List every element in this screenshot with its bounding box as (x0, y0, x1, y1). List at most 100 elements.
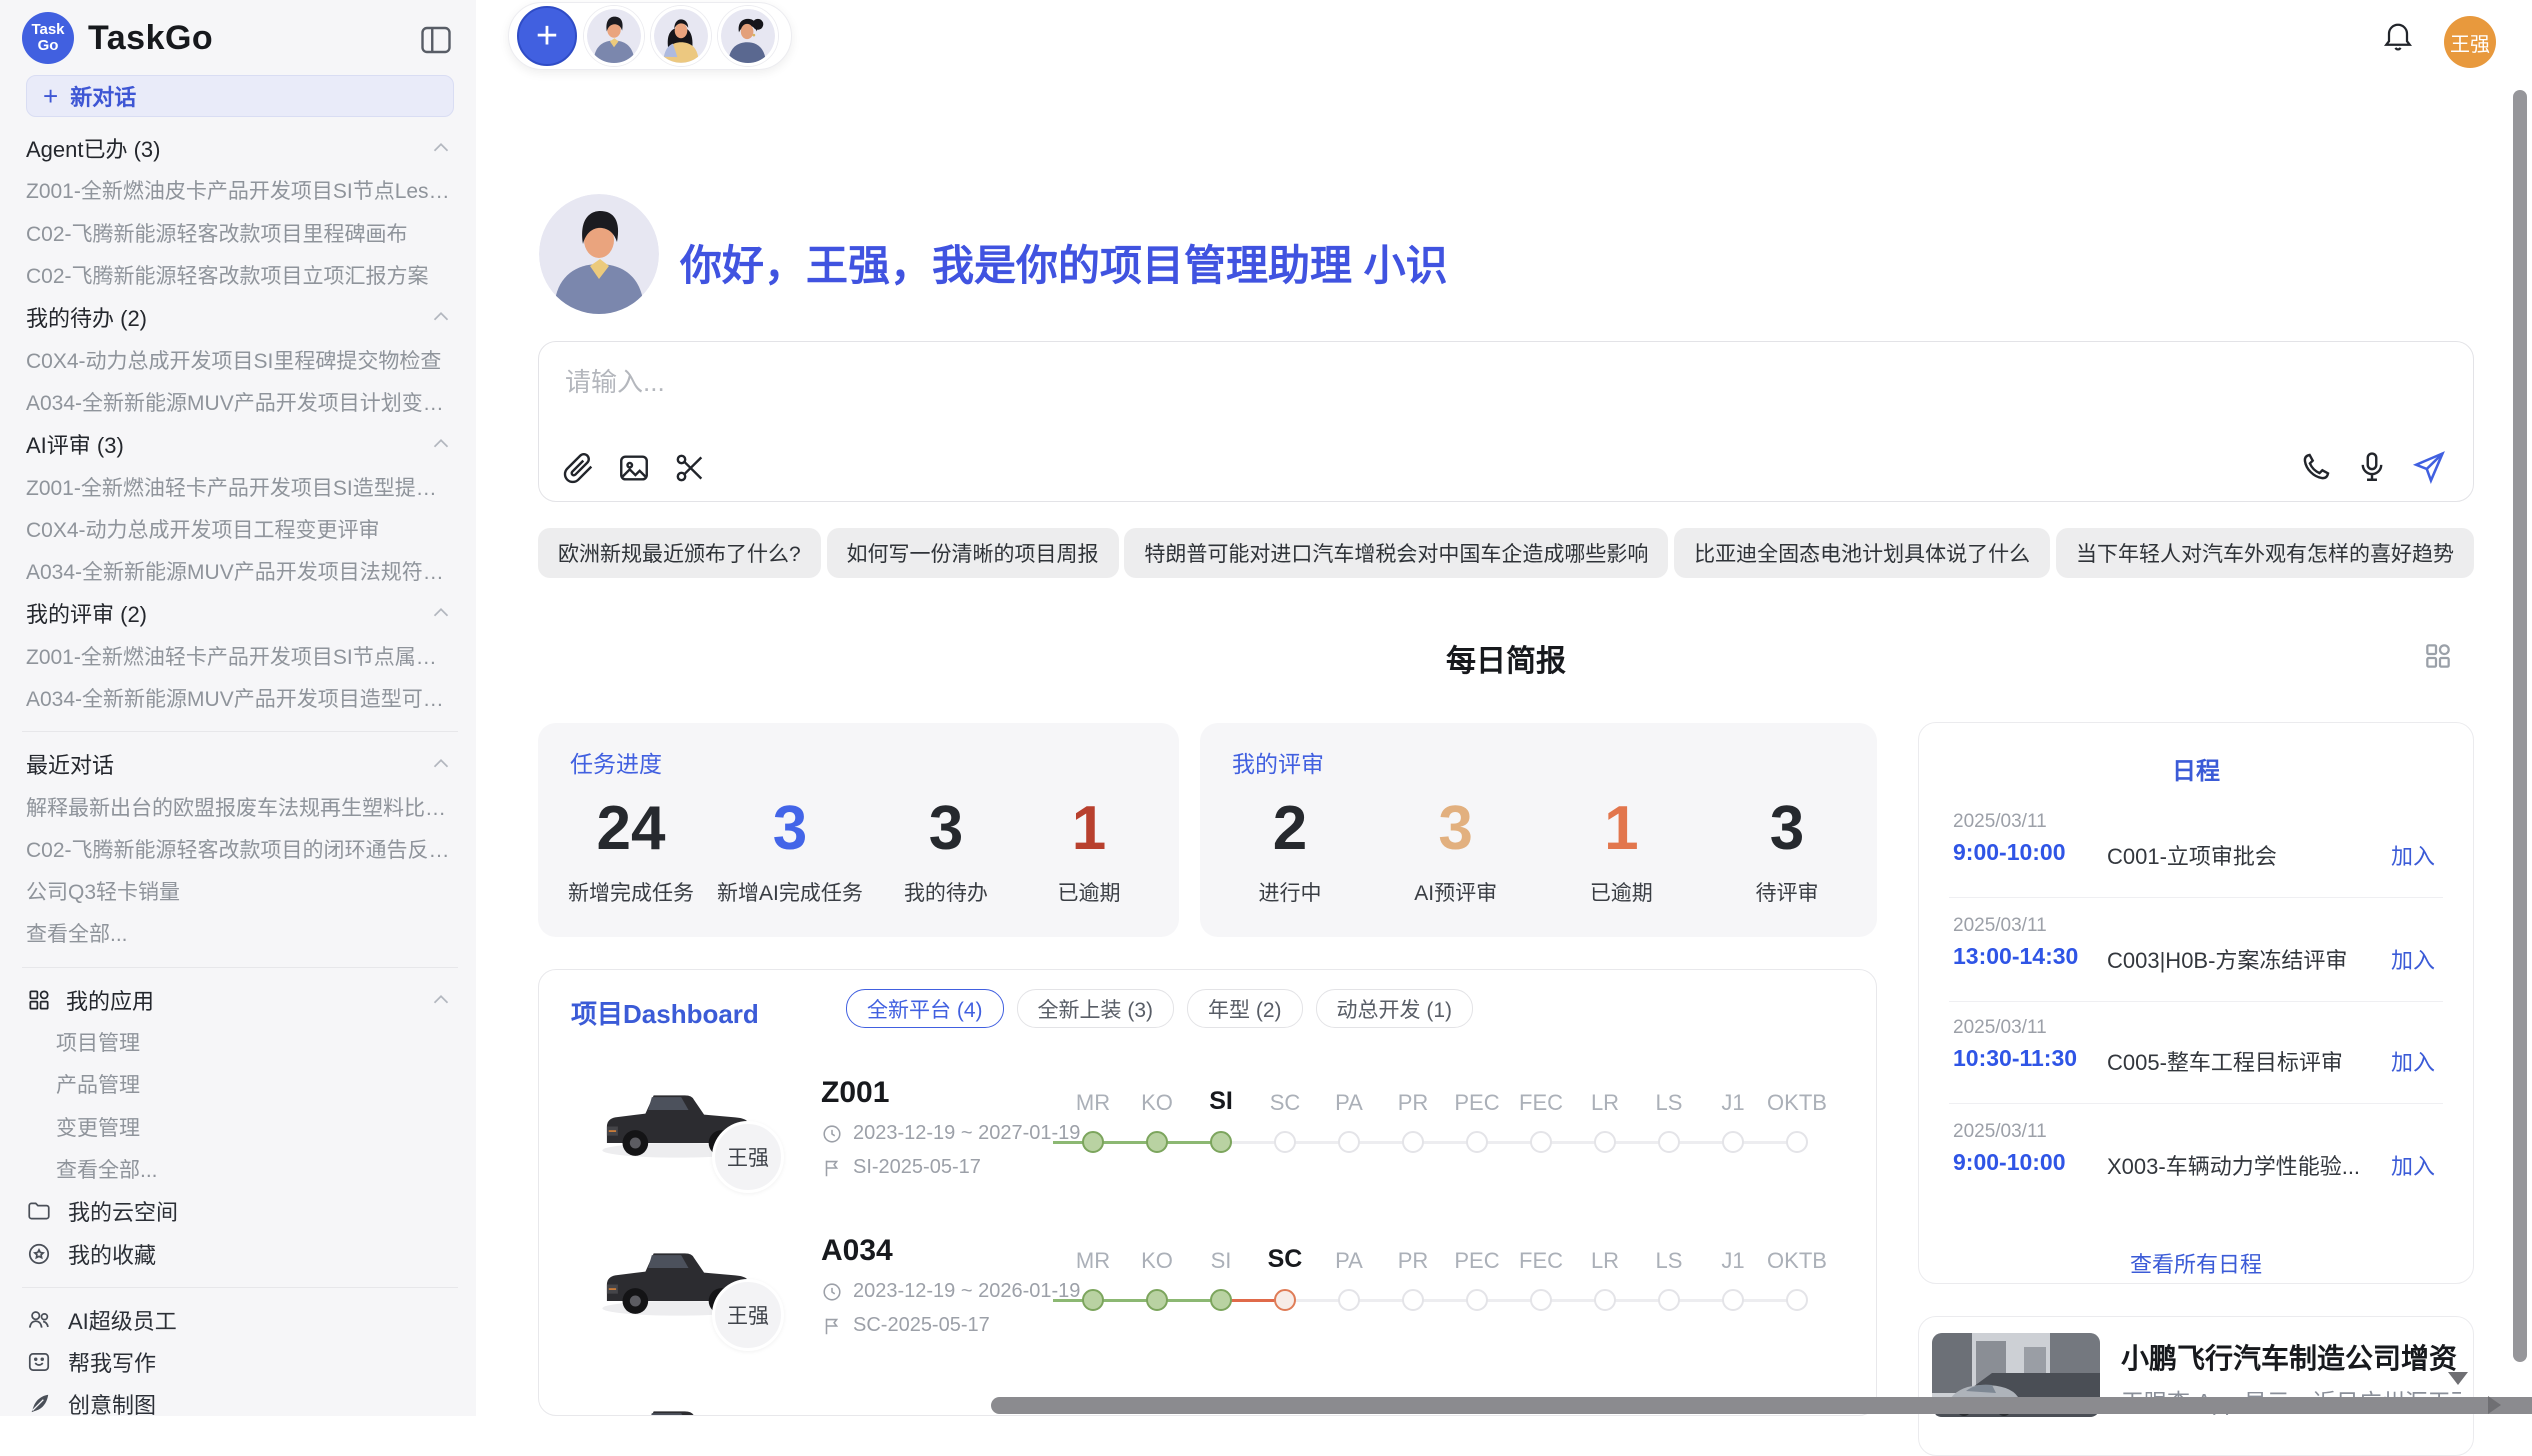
chevron-up-icon[interactable] (428, 304, 454, 330)
milestone-dot[interactable] (1210, 1289, 1232, 1311)
milestone-dot[interactable] (1338, 1131, 1360, 1153)
filter-pill[interactable]: 全新上装 (3) (1017, 989, 1175, 1028)
join-link[interactable]: 加入 (2391, 839, 2435, 871)
milestone-dot[interactable] (1530, 1131, 1552, 1153)
sidebar-link-我的云空间[interactable]: 我的云空间 (26, 1190, 454, 1232)
sidebar-item[interactable]: Z001-全新燃油轻卡产品开发项目SI节点属性5D文件评审 (26, 635, 454, 677)
milestone-dot[interactable] (1082, 1289, 1104, 1311)
milestone-dot[interactable] (1402, 1131, 1424, 1153)
milestone-dot[interactable] (1402, 1289, 1424, 1311)
sidebar-section-header[interactable]: Agent已办 (3) (26, 127, 454, 169)
sidebar-tool-label: 帮我写作 (68, 1346, 454, 1378)
join-link[interactable]: 加入 (2391, 943, 2435, 975)
avatar[interactable] (584, 6, 644, 66)
sidebar-item[interactable]: Z001-全新燃油皮卡产品开发项目SI节点Lesson Learn报告 (26, 169, 454, 211)
add-session-button[interactable]: + (517, 6, 577, 66)
milestone-dot[interactable] (1658, 1289, 1680, 1311)
milestone-dot[interactable] (1722, 1289, 1744, 1311)
sidebar-item[interactable]: 变更管理 (26, 1106, 454, 1148)
milestone-dot[interactable] (1658, 1131, 1680, 1153)
view-all-schedule-link[interactable]: 查看所有日程 (1919, 1247, 2473, 1279)
sidebar-tool-帮我写作[interactable]: 帮我写作 (26, 1341, 454, 1383)
scroll-right-arrow[interactable] (2488, 1396, 2501, 1414)
sidebar-item[interactable]: 产品管理 (26, 1063, 454, 1105)
sidebar-link-我的收藏[interactable]: 我的收藏 (26, 1232, 454, 1274)
divider (22, 731, 458, 732)
sidebar-item[interactable]: 公司Q3轻卡销量 (26, 870, 454, 912)
milestone-dot[interactable] (1274, 1289, 1296, 1311)
sidebar-item[interactable]: A034-全新新能源MUV产品开发项目造型可行性评审 (26, 677, 454, 719)
chevron-up-icon[interactable] (428, 600, 454, 626)
message-composer[interactable] (538, 341, 2474, 502)
milestone-dot[interactable] (1146, 1131, 1168, 1153)
sidebar-item[interactable]: Z001-全新燃油轻卡产品开发项目SI造型提交物评审 (26, 465, 454, 507)
suggestion-chip[interactable]: 比亚迪全固态电池计划具体说了什么 (1674, 528, 2050, 578)
sidebar-item[interactable]: C02-飞腾新能源轻客改款项目里程碑画布 (26, 212, 454, 254)
suggestion-chip[interactable]: 如何写一份清晰的项目周报 (827, 528, 1119, 578)
user-avatar[interactable]: 王强 (2444, 16, 2496, 68)
horizontal-scrollbar[interactable] (991, 1397, 2532, 1414)
sidebar-section-my-apps[interactable]: 我的应用 (26, 979, 454, 1021)
new-chat-button[interactable]: + 新对话 (26, 75, 454, 117)
grid-icon[interactable] (2422, 640, 2454, 672)
sidebar-item[interactable]: 查看全部... (26, 912, 454, 954)
chevron-up-icon[interactable] (428, 135, 454, 161)
join-link[interactable]: 加入 (2391, 1149, 2435, 1181)
vertical-scrollbar[interactable] (2513, 90, 2527, 1362)
sidebar-item[interactable]: C0X4-动力总成开发项目工程变更评审 (26, 508, 454, 550)
sidebar-item[interactable]: C0X4-动力总成开发项目SI里程碑提交物检查 (26, 338, 454, 380)
milestone-dot[interactable] (1786, 1289, 1808, 1311)
sidebar-item[interactable]: A034-全新新能源MUV产品开发项目法规符合性评审 (26, 550, 454, 592)
chevron-up-icon[interactable] (428, 751, 454, 777)
sidebar-section-header[interactable]: 我的评审 (2) (26, 592, 454, 634)
chevron-up-icon[interactable] (428, 987, 454, 1013)
news-card[interactable]: 小鹏飞行汽车制造公司增资 天眼查 App 显示，近日广州汇天飞行汽 (1918, 1316, 2474, 1456)
send-icon[interactable] (2411, 449, 2447, 485)
milestone-dot[interactable] (1274, 1131, 1296, 1153)
scissors-icon[interactable] (673, 451, 707, 485)
image-icon[interactable] (617, 451, 651, 485)
sidebar-item[interactable]: C02-飞腾新能源轻客改款项目的闭环通告反馈情况 (26, 828, 454, 870)
sidebar-item[interactable]: 查看全部... (26, 1148, 454, 1190)
sidebar-item[interactable]: 项目管理 (26, 1021, 454, 1063)
sidebar-item[interactable]: C02-飞腾新能源轻客改款项目立项汇报方案 (26, 254, 454, 296)
milestone-dot[interactable] (1466, 1131, 1488, 1153)
sidebar-tool-创意制图[interactable]: 创意制图 (26, 1383, 454, 1416)
milestone-dot[interactable] (1466, 1289, 1488, 1311)
scroll-down-arrow[interactable] (2448, 1372, 2468, 1385)
milestone-dot[interactable] (1594, 1289, 1616, 1311)
suggestion-chip[interactable]: 欧洲新规最近颁布了什么? (538, 528, 821, 578)
chevron-up-icon[interactable] (428, 431, 454, 457)
suggestion-chip[interactable]: 特朗普可能对进口汽车增税会对中国车企造成哪些影响 (1124, 528, 1668, 578)
join-link[interactable]: 加入 (2391, 1045, 2435, 1077)
sidebar-section-header[interactable]: 最近对话 (26, 743, 454, 785)
sidebar-section-header[interactable]: 我的待办 (2) (26, 296, 454, 338)
avatar[interactable] (718, 6, 778, 66)
sidebar-tool-AI超级员工[interactable]: AI超级员工 (26, 1299, 454, 1341)
milestone-dot[interactable] (1082, 1131, 1104, 1153)
milestone-dot[interactable] (1530, 1289, 1552, 1311)
filter-pill[interactable]: 动总开发 (1) (1316, 989, 1474, 1028)
sidebar-section-header[interactable]: AI评审 (3) (26, 423, 454, 465)
filter-pill[interactable]: 年型 (2) (1187, 989, 1303, 1028)
milestone-dot[interactable] (1786, 1131, 1808, 1153)
filter-pill[interactable]: 全新平台 (4) (846, 989, 1004, 1028)
milestone-dot[interactable] (1210, 1131, 1232, 1153)
project-row[interactable]: 王强A0342023-12-19 ~ 2026-01-19SC-2025-05-… (539, 1228, 1876, 1380)
suggestion-chip[interactable]: 当下年轻人对汽车外观有怎样的喜好趋势 (2056, 528, 2474, 578)
sidebar-item[interactable]: A034-全新新能源MUV产品开发项目计划变更表编写 (26, 381, 454, 423)
phone-icon[interactable] (2299, 450, 2333, 484)
milestone-dot[interactable] (1338, 1289, 1360, 1311)
mic-icon[interactable] (2355, 450, 2389, 484)
message-input[interactable] (563, 366, 1767, 399)
notifications-bell-icon[interactable] (2380, 18, 2416, 54)
stat-value: 2 (1273, 787, 1307, 871)
project-row[interactable]: 王强Z0012023-12-19 ~ 2027-01-19SI-2025-05-… (539, 1070, 1876, 1222)
avatar[interactable] (651, 6, 711, 66)
milestone-dot[interactable] (1146, 1289, 1168, 1311)
milestone-dot[interactable] (1722, 1131, 1744, 1153)
paperclip-icon[interactable] (561, 451, 595, 485)
sidebar-item[interactable]: 解释最新出台的欧盟报废车法规再生塑料比例被调至15%... (26, 785, 454, 827)
milestone-dot[interactable] (1594, 1131, 1616, 1153)
sidebar-collapse-icon[interactable] (418, 22, 454, 58)
